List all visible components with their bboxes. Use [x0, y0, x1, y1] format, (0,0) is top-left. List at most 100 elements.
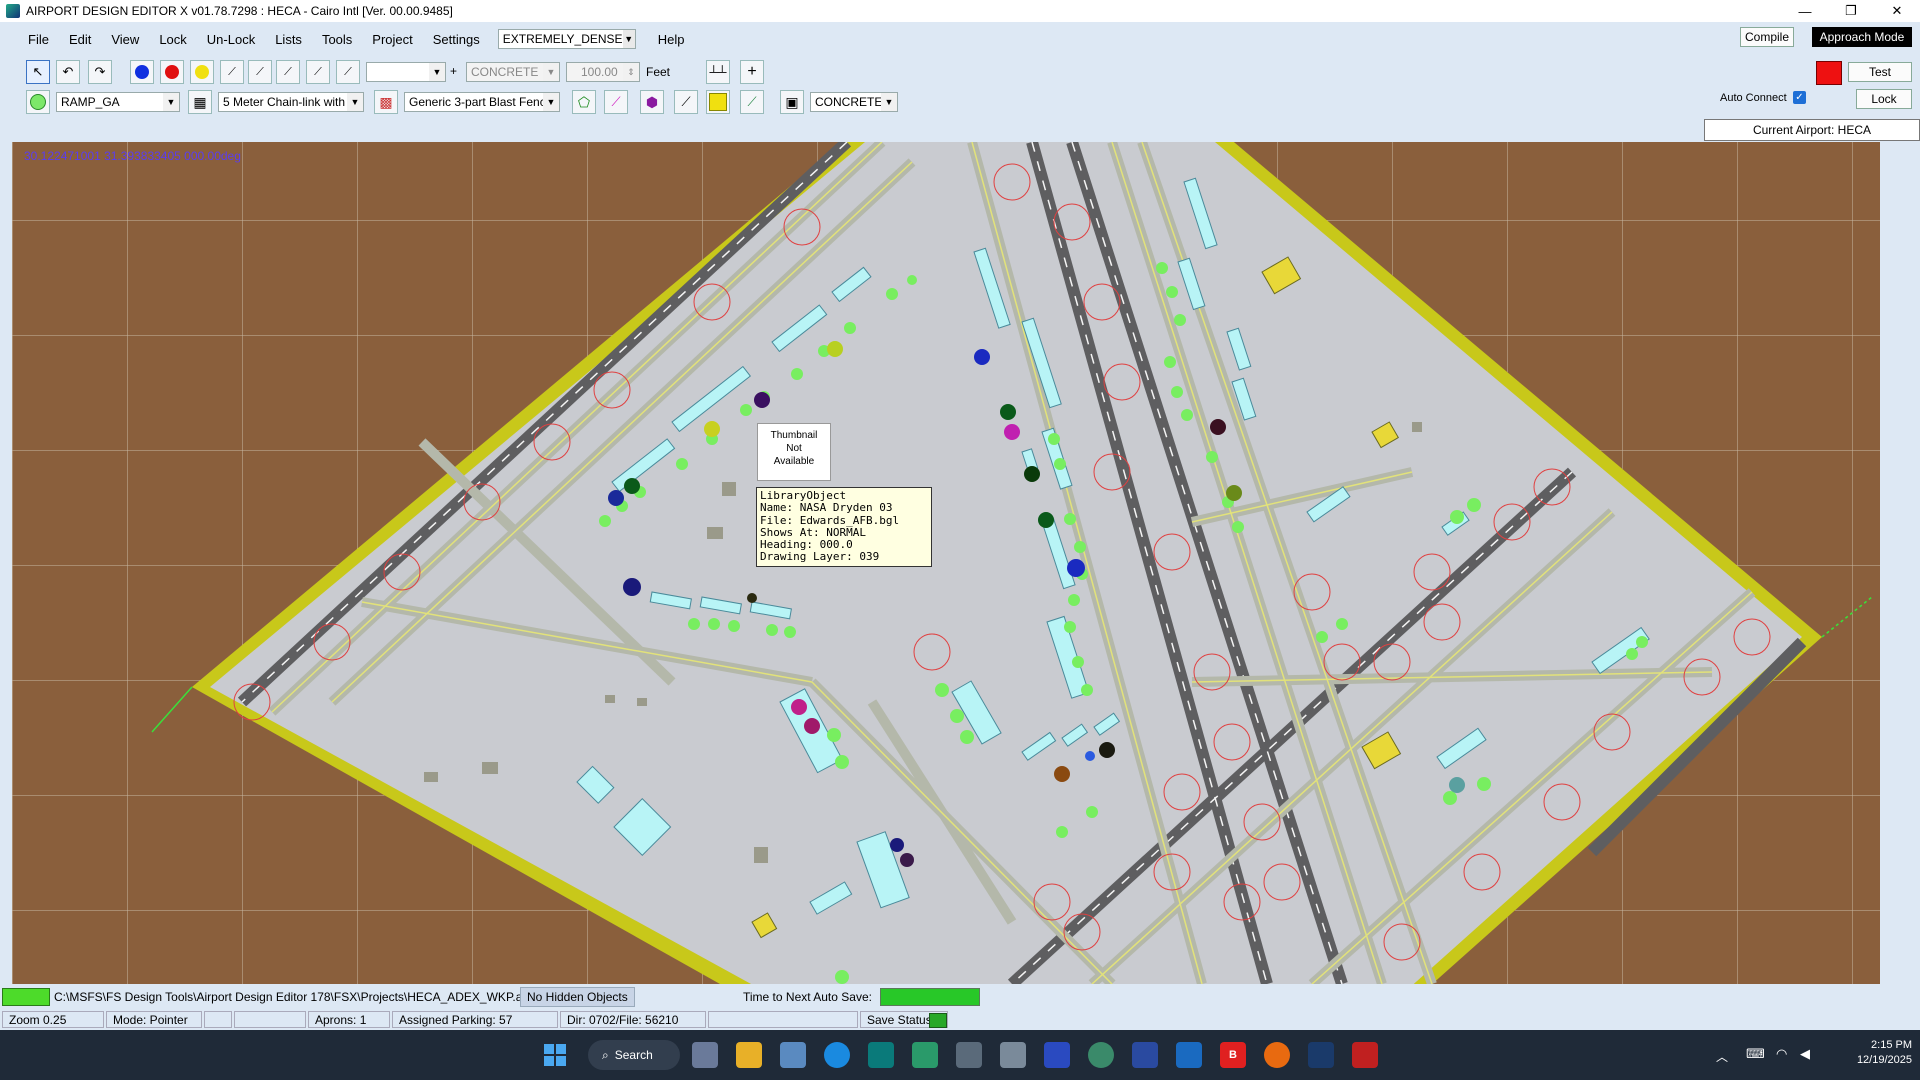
- app-icon-1[interactable]: [692, 1042, 718, 1068]
- hidden-objects-status[interactable]: No Hidden Objects: [520, 987, 635, 1007]
- project-path: C:\MSFS\FS Design Tools\Airport Design E…: [54, 990, 536, 1004]
- chevron-up-icon[interactable]: ︿: [1716, 1048, 1728, 1065]
- app-icon-3[interactable]: [956, 1042, 982, 1068]
- blast-fence-button[interactable]: ▩: [374, 90, 398, 114]
- add-crosshair-button[interactable]: +: [740, 60, 764, 84]
- chevron-down-icon[interactable]: ▼: [881, 93, 897, 111]
- clock-button[interactable]: [26, 90, 50, 114]
- plus-small-icon[interactable]: +: [450, 64, 457, 78]
- add-red-node-button[interactable]: [160, 60, 184, 84]
- chevron-down-icon[interactable]: ▼: [622, 30, 635, 48]
- clock[interactable]: 2:15 PM 12/19/2025: [1832, 1038, 1912, 1068]
- app-icon-8[interactable]: [1176, 1042, 1202, 1068]
- density-select[interactable]: EXTREMELY_DENSE ▼: [497, 29, 636, 49]
- ade-app-icon[interactable]: [912, 1042, 938, 1068]
- surface-disabled-value: CONCRETE: [471, 65, 539, 79]
- search-icon: ⌕: [602, 1047, 609, 1062]
- menu-file[interactable]: File: [18, 32, 59, 47]
- chevron-down-icon[interactable]: ▼: [163, 93, 179, 111]
- autosave-progress-fill: [881, 989, 979, 1005]
- app-icon-6[interactable]: [1088, 1042, 1114, 1068]
- map-canvas[interactable]: 30.122471001 31.393833405 000.00deg Thum…: [12, 142, 1880, 984]
- draw-apron-button[interactable]: ⬠: [572, 90, 596, 114]
- draw-g-line-button[interactable]: ⟋: [674, 90, 698, 114]
- thumbnail-line: Thumbnail: [770, 430, 818, 441]
- yellow-square-icon: [709, 93, 727, 111]
- menu-project[interactable]: Project: [362, 32, 422, 47]
- line-t-icon: ⟋: [228, 65, 236, 78]
- window-title: AIRPORT DESIGN EDITOR X v01.78.7298 : HE…: [26, 4, 453, 18]
- keyboard-icon[interactable]: ⌨: [1746, 1046, 1765, 1062]
- taxiway-name-select[interactable]: ▼: [366, 62, 446, 82]
- draw-taxiway-v-button[interactable]: ⟋: [336, 60, 360, 84]
- menu-lists[interactable]: Lists: [265, 32, 312, 47]
- menu-edit[interactable]: Edit: [59, 32, 101, 47]
- clock-time: 2:15 PM: [1871, 1039, 1912, 1051]
- add-blue-node-button[interactable]: [130, 60, 154, 84]
- aprons-status: Aprons: 1: [308, 1011, 390, 1028]
- draw-edge-button[interactable]: ⟋: [740, 90, 764, 114]
- menu-tools[interactable]: Tools: [312, 32, 362, 47]
- app-icon: [6, 4, 20, 18]
- file-explorer-icon[interactable]: [736, 1042, 762, 1068]
- steam-icon[interactable]: [1308, 1042, 1334, 1068]
- redo-button[interactable]: ↷: [88, 60, 112, 84]
- taskbar: ⌕ Search B ︿ ⌨ ◠ ◀ 2:15 PM 12/19/2025: [0, 1030, 1920, 1080]
- windows-start-icon[interactable]: [542, 1042, 568, 1068]
- ramp-type-select[interactable]: RAMP_GA ▼: [56, 92, 180, 112]
- undo-button[interactable]: ↶: [56, 60, 80, 84]
- yellow-dot-icon: [195, 65, 209, 79]
- menu-view[interactable]: View: [101, 32, 149, 47]
- stepper-arrows-icon: ⇕: [623, 63, 639, 81]
- draw-line-button[interactable]: ⟋: [604, 90, 628, 114]
- menu-help[interactable]: Help: [648, 32, 695, 47]
- pointer-tool-button[interactable]: ↖: [26, 60, 50, 84]
- app-icon-7[interactable]: [1132, 1042, 1158, 1068]
- status-empty-2: [234, 1011, 306, 1028]
- redo-icon: ↷: [94, 64, 106, 79]
- minimize-button[interactable]: —: [1782, 0, 1828, 22]
- yellow-fill-button[interactable]: [706, 90, 730, 114]
- wifi-icon[interactable]: ◠: [1776, 1046, 1787, 1062]
- maximize-button[interactable]: ❐: [1828, 0, 1874, 22]
- fence-type-select[interactable]: 5 Meter Chain-link with be ▼: [218, 92, 364, 112]
- line-v-icon: ⟋: [344, 65, 352, 78]
- edge-icon[interactable]: [824, 1042, 850, 1068]
- approach-mode-button[interactable]: Approach Mode: [1812, 27, 1912, 47]
- line-a-icon: ⟋: [256, 65, 264, 78]
- select-area-button[interactable]: ▣: [780, 90, 804, 114]
- app-icon-5[interactable]: [1044, 1042, 1070, 1068]
- app-icon-9[interactable]: B: [1220, 1042, 1246, 1068]
- calculator-icon[interactable]: [780, 1042, 806, 1068]
- measure-button[interactable]: ┴┴: [706, 60, 730, 84]
- draw-taxiway-a-button[interactable]: ⟋: [248, 60, 272, 84]
- draw-polygon-button[interactable]: ⬢: [640, 90, 664, 114]
- test-button[interactable]: Test: [1848, 62, 1912, 82]
- compile-button[interactable]: Compile: [1740, 27, 1794, 47]
- chevron-down-icon[interactable]: ▼: [429, 63, 445, 81]
- menu-settings[interactable]: Settings: [423, 32, 490, 47]
- fence-grid-button[interactable]: ▦: [188, 90, 212, 114]
- close-button[interactable]: ✕: [1874, 0, 1920, 22]
- lock-button[interactable]: Lock: [1856, 89, 1912, 109]
- app-icon-10[interactable]: [1352, 1042, 1378, 1068]
- color-swatch[interactable]: [1816, 61, 1842, 85]
- thumbnail-line: Not: [786, 443, 802, 454]
- blast-fence-select[interactable]: Generic 3-part Blast Fence ▼: [404, 92, 560, 112]
- chevron-down-icon[interactable]: ▼: [543, 93, 559, 111]
- app-icon-4[interactable]: [1000, 1042, 1026, 1068]
- surface-select[interactable]: CONCRETE ▼: [810, 92, 898, 112]
- app-icon-2[interactable]: [868, 1042, 894, 1068]
- red-dot-icon: [165, 65, 179, 79]
- chevron-down-icon[interactable]: ▼: [347, 93, 363, 111]
- add-yellow-node-button[interactable]: [190, 60, 214, 84]
- draw-taxiway-r-button[interactable]: ⟋: [276, 60, 300, 84]
- draw-taxiway-t-button[interactable]: ⟋: [220, 60, 244, 84]
- auto-connect-checkbox[interactable]: ✓: [1793, 91, 1806, 104]
- firefox-icon[interactable]: [1264, 1042, 1290, 1068]
- draw-taxiway-c-button[interactable]: ⟋: [306, 60, 330, 84]
- volume-icon[interactable]: ◀: [1800, 1046, 1810, 1062]
- menu-lock[interactable]: Lock: [149, 32, 196, 47]
- menu-unlock[interactable]: Un-Lock: [197, 32, 265, 47]
- taskbar-search[interactable]: ⌕ Search: [588, 1040, 680, 1070]
